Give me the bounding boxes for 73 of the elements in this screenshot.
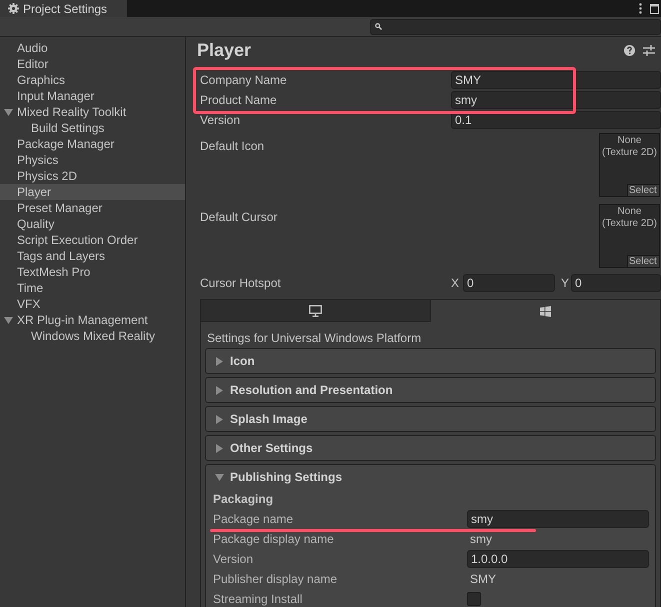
checkbox[interactable] bbox=[467, 592, 481, 606]
sidebar-item[interactable]: Script Execution Order bbox=[0, 232, 185, 248]
section-foldout[interactable]: Other Settings bbox=[205, 435, 656, 461]
collapsed-arrow-icon bbox=[215, 414, 224, 424]
group-heading: Packaging bbox=[213, 491, 274, 508]
text-field[interactable]: SMY bbox=[451, 71, 661, 89]
section-foldout[interactable]: Splash Image bbox=[205, 406, 656, 432]
platform-heading: Settings for Universal Windows Platform bbox=[206, 330, 422, 347]
maximize-icon[interactable] bbox=[650, 4, 659, 14]
sidebar-item[interactable]: VFX bbox=[0, 296, 185, 312]
sidebar-item[interactable]: Editor bbox=[0, 56, 185, 72]
settings-icon bbox=[8, 3, 19, 14]
sliders-icon[interactable] bbox=[643, 44, 655, 56]
help-icon[interactable] bbox=[624, 44, 635, 56]
axis-label: Y bbox=[561, 275, 570, 292]
select-button[interactable]: Select bbox=[627, 184, 659, 196]
section-foldout[interactable]: Resolution and Presentation bbox=[205, 377, 656, 403]
monitor-icon bbox=[309, 304, 322, 316]
sidebar-item[interactable]: Graphics bbox=[0, 72, 185, 88]
text-field[interactable]: 0.1 bbox=[451, 111, 661, 129]
sidebar-item[interactable]: Tags and Layers bbox=[0, 248, 185, 264]
sidebar-item[interactable]: TextMesh Pro bbox=[0, 264, 185, 280]
field-label: Publisher display name bbox=[213, 572, 338, 586]
search-icon bbox=[375, 23, 382, 30]
field-label: Package display name bbox=[213, 532, 335, 546]
collapsed-arrow-icon bbox=[215, 356, 224, 366]
expanded-arrow-icon[interactable] bbox=[4, 316, 13, 324]
sidebar-item[interactable]: Package Manager bbox=[0, 136, 185, 152]
texture-none-label: None (Texture 2D) bbox=[600, 205, 658, 230]
field-label: Company Name bbox=[200, 72, 288, 89]
select-button[interactable]: Select bbox=[627, 255, 659, 267]
axis-label: X bbox=[451, 275, 460, 292]
expanded-arrow-icon bbox=[215, 472, 224, 482]
field-label: Cursor Hotspot bbox=[200, 275, 282, 292]
field-label: Version bbox=[200, 112, 242, 129]
texture-slot[interactable]: None (Texture 2D) Select bbox=[599, 204, 660, 268]
section-foldout[interactable]: Publishing Settings bbox=[206, 465, 655, 489]
texture-none-label: None (Texture 2D) bbox=[600, 134, 658, 159]
text-field[interactable]: smy bbox=[467, 510, 649, 528]
field-value: SMY bbox=[469, 572, 496, 586]
sidebar-item[interactable]: Player bbox=[0, 184, 185, 200]
number-field[interactable]: 0 bbox=[571, 274, 661, 292]
sidebar-item[interactable]: XR Plug-in Management bbox=[0, 312, 185, 328]
text-field[interactable]: smy bbox=[451, 91, 661, 109]
number-field[interactable]: 0 bbox=[463, 274, 555, 292]
sidebar-item[interactable]: Preset Manager bbox=[0, 200, 185, 216]
field-value: smy bbox=[469, 532, 492, 546]
text-field[interactable]: 1.0.0.0 bbox=[467, 550, 649, 568]
window-tab[interactable]: Project Settings bbox=[0, 0, 127, 17]
expanded-arrow-icon[interactable] bbox=[4, 108, 13, 116]
sidebar-item[interactable]: Audio bbox=[0, 40, 185, 56]
sidebar-item[interactable]: Physics 2D bbox=[0, 168, 185, 184]
sidebar-item[interactable]: Input Manager bbox=[0, 88, 185, 104]
field-label: Package name bbox=[213, 512, 294, 526]
field-label: Product Name bbox=[200, 92, 278, 109]
more-options-icon[interactable] bbox=[639, 3, 642, 14]
field-label: Default Cursor bbox=[200, 209, 278, 226]
section-foldout[interactable]: Icon bbox=[205, 348, 656, 374]
field-label: Version bbox=[213, 552, 254, 566]
field-label: Default Icon bbox=[200, 138, 266, 155]
sidebar-item[interactable]: Quality bbox=[0, 216, 185, 232]
sidebar-item[interactable]: Physics bbox=[0, 152, 185, 168]
search-field[interactable] bbox=[370, 18, 661, 34]
sidebar-item[interactable]: Mixed Reality Toolkit bbox=[0, 104, 185, 120]
collapsed-arrow-icon bbox=[215, 386, 224, 394]
sidebar-item[interactable]: Time bbox=[0, 280, 185, 296]
sidebar-item[interactable]: Build Settings bbox=[0, 120, 185, 136]
windows-icon bbox=[540, 306, 551, 316]
field-label: Streaming Install bbox=[213, 592, 304, 606]
sidebar-item[interactable]: Windows Mixed Reality bbox=[0, 328, 185, 344]
inspector-title: Player bbox=[197, 38, 252, 62]
texture-slot[interactable]: None (Texture 2D) Select bbox=[599, 133, 660, 197]
collapsed-arrow-icon bbox=[215, 444, 224, 452]
